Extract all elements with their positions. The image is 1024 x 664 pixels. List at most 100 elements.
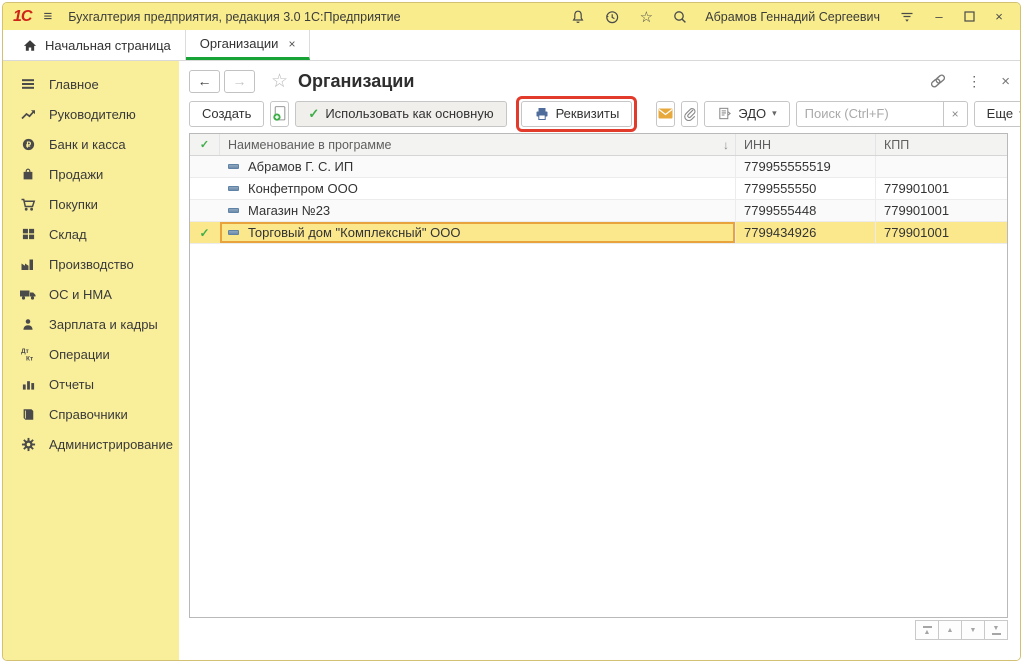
printer-icon: [534, 106, 550, 122]
boxes-icon: [19, 226, 37, 242]
page-header: ← → ☆ Организации ⋮ ×: [189, 68, 1010, 94]
edo-doc-icon: [717, 106, 732, 121]
column-kpp[interactable]: КПП: [875, 134, 1007, 155]
main-menu-icon[interactable]: ≡: [43, 8, 52, 25]
table-row[interactable]: Конфетпром ООО7799555550779901001: [190, 178, 1007, 200]
minimize-button[interactable]: –: [928, 7, 950, 27]
sidebar-item-sklad[interactable]: Склад: [3, 219, 179, 249]
tab-organizations[interactable]: Организации ×: [186, 30, 311, 60]
back-button[interactable]: ←: [189, 70, 220, 93]
sidebar: ГлавноеРуководителю₽Банк и касса Продажи П…: [3, 61, 179, 660]
table-row[interactable]: Магазин №237799555448779901001: [190, 200, 1007, 222]
title-bar: 1С ≡ Бухгалтерия предприятия, редакция 3…: [3, 3, 1020, 30]
tab-home[interactable]: Начальная страница: [9, 30, 186, 60]
maximize-button[interactable]: [958, 7, 980, 27]
go-prev-button[interactable]: ▲: [938, 620, 962, 640]
go-next-button[interactable]: ▼: [961, 620, 985, 640]
sidebar-item-glavnoe[interactable]: Главное: [3, 69, 179, 99]
tab-close-icon[interactable]: ×: [288, 37, 295, 51]
go-last-button[interactable]: ▼: [984, 620, 1008, 640]
annotation-highlight: Реквизиты: [521, 101, 633, 127]
sidebar-item-label: ОС и НМА: [49, 287, 112, 302]
kpp-cell: 779901001: [875, 222, 1007, 243]
create-group-icon: [271, 105, 288, 122]
sidebar-item-label: Продажи: [49, 167, 103, 182]
app-title: Бухгалтерия предприятия, редакция 3.0 1С…: [68, 10, 400, 24]
sidebar-item-rukovoditelyu[interactable]: Руководителю: [3, 99, 179, 129]
search-clear-icon[interactable]: ×: [943, 102, 967, 126]
sidebar-item-proizvodstvo[interactable]: Производство: [3, 249, 179, 279]
table-empty-area: [190, 244, 1007, 617]
bar-chart-icon: [19, 376, 37, 392]
sidebar-item-zarplata-i-kadry[interactable]: Зарплата и кадры: [3, 309, 179, 339]
chevron-down-icon: ▾: [1019, 108, 1021, 119]
create-group-button[interactable]: [270, 101, 289, 127]
close-window-button[interactable]: ×: [988, 7, 1010, 27]
go-first-button[interactable]: ▲: [915, 620, 939, 640]
service-settings-icon[interactable]: [894, 7, 920, 27]
kpp-cell: 779901001: [875, 178, 1007, 199]
table-row[interactable]: Абрамов Г. С. ИП 779955555519: [190, 156, 1007, 178]
search-input[interactable]: [797, 106, 943, 121]
organizations-table: ✓ Наименование в программе ↓ ИНН КПП Абр…: [189, 133, 1008, 618]
tab-home-label: Начальная страница: [45, 38, 171, 53]
get-link-icon[interactable]: [929, 73, 947, 89]
book-icon: [19, 406, 37, 422]
sidebar-item-administrirovanie[interactable]: Администрирование: [3, 429, 179, 459]
add-favorite-star-icon[interactable]: ☆: [271, 70, 288, 93]
table-rows: Абрамов Г. С. ИП 779955555519Конфетпром О…: [190, 156, 1007, 244]
sidebar-item-otchety[interactable]: Отчеты: [3, 369, 179, 399]
sidebar-item-label: Склад: [49, 227, 87, 242]
toolbar: Создать ✓ Использовать как основную Рекв…: [189, 100, 1010, 127]
sidebar-item-label: Производство: [49, 257, 134, 272]
main-panel: ← → ☆ Организации ⋮ × Создать ✓: [179, 61, 1020, 660]
close-page-icon[interactable]: ×: [1001, 73, 1010, 90]
person-icon: [19, 316, 37, 332]
table-header-row: ✓ Наименование в программе ↓ ИНН КПП: [190, 134, 1007, 156]
more-button[interactable]: Еще ▾: [974, 101, 1021, 127]
current-user[interactable]: Абрамов Геннадий Сергеевич: [705, 10, 880, 24]
sidebar-item-prodazhi[interactable]: Продажи: [3, 159, 179, 189]
cart-icon: [19, 196, 37, 212]
screen: 1С ≡ Бухгалтерия предприятия, редакция 3…: [0, 0, 1024, 664]
sidebar-item-bank-i-kassa[interactable]: ₽Банк и касса: [3, 129, 179, 159]
kpp-cell: 779901001: [875, 200, 1007, 221]
send-email-button[interactable]: [656, 101, 675, 127]
attachments-button[interactable]: [681, 101, 698, 127]
table-row[interactable]: ✓Торговый дом "Комплексный" ООО779943492…: [190, 222, 1007, 244]
inn-cell: 7799555550: [735, 178, 875, 199]
history-icon[interactable]: [599, 7, 625, 27]
sidebar-item-spravochniki[interactable]: Справочники: [3, 399, 179, 429]
1c-logo: 1С: [13, 8, 31, 26]
sidebar-item-operacii[interactable]: ДтКтОперации: [3, 339, 179, 369]
factory-icon: [19, 256, 37, 272]
inn-cell: 779955555519: [735, 156, 875, 177]
forward-button[interactable]: →: [224, 70, 255, 93]
create-button[interactable]: Создать: [189, 101, 264, 127]
list-navigation: ▲ ▲ ▼ ▼: [916, 620, 1008, 640]
requisites-button[interactable]: Реквизиты: [521, 101, 633, 127]
organization-icon: [228, 208, 239, 213]
global-search-icon[interactable]: [667, 7, 693, 27]
column-name[interactable]: Наименование в программе ↓: [220, 134, 735, 155]
sidebar-item-label: Покупки: [49, 197, 98, 212]
notifications-bell-icon[interactable]: [565, 7, 591, 27]
check-icon: ✓: [308, 106, 319, 122]
name-cell: Магазин №23: [220, 200, 735, 221]
organization-icon: [228, 186, 239, 191]
main-flag-cell: [190, 178, 220, 199]
page-title: Организации: [298, 71, 414, 92]
name-cell: Торговый дом "Комплексный" ООО: [220, 222, 735, 243]
more-menu-kebab-icon[interactable]: ⋮: [967, 73, 981, 90]
favorites-star-icon[interactable]: ☆: [633, 7, 659, 27]
edo-button[interactable]: ЭДО ▾: [704, 101, 789, 127]
column-inn[interactable]: ИНН: [735, 134, 875, 155]
trend-chart-icon: [19, 106, 37, 122]
organization-name: Абрамов Г. С. ИП: [248, 159, 353, 174]
sidebar-item-label: Отчеты: [49, 377, 94, 392]
use-as-main-button[interactable]: ✓ Использовать как основную: [295, 101, 506, 127]
sidebar-item-os-i-nma[interactable]: ОС и НМА: [3, 279, 179, 309]
check-icon: ✓: [199, 226, 209, 240]
sidebar-item-pokupki[interactable]: Покупки: [3, 189, 179, 219]
column-main-flag[interactable]: ✓: [190, 134, 220, 155]
